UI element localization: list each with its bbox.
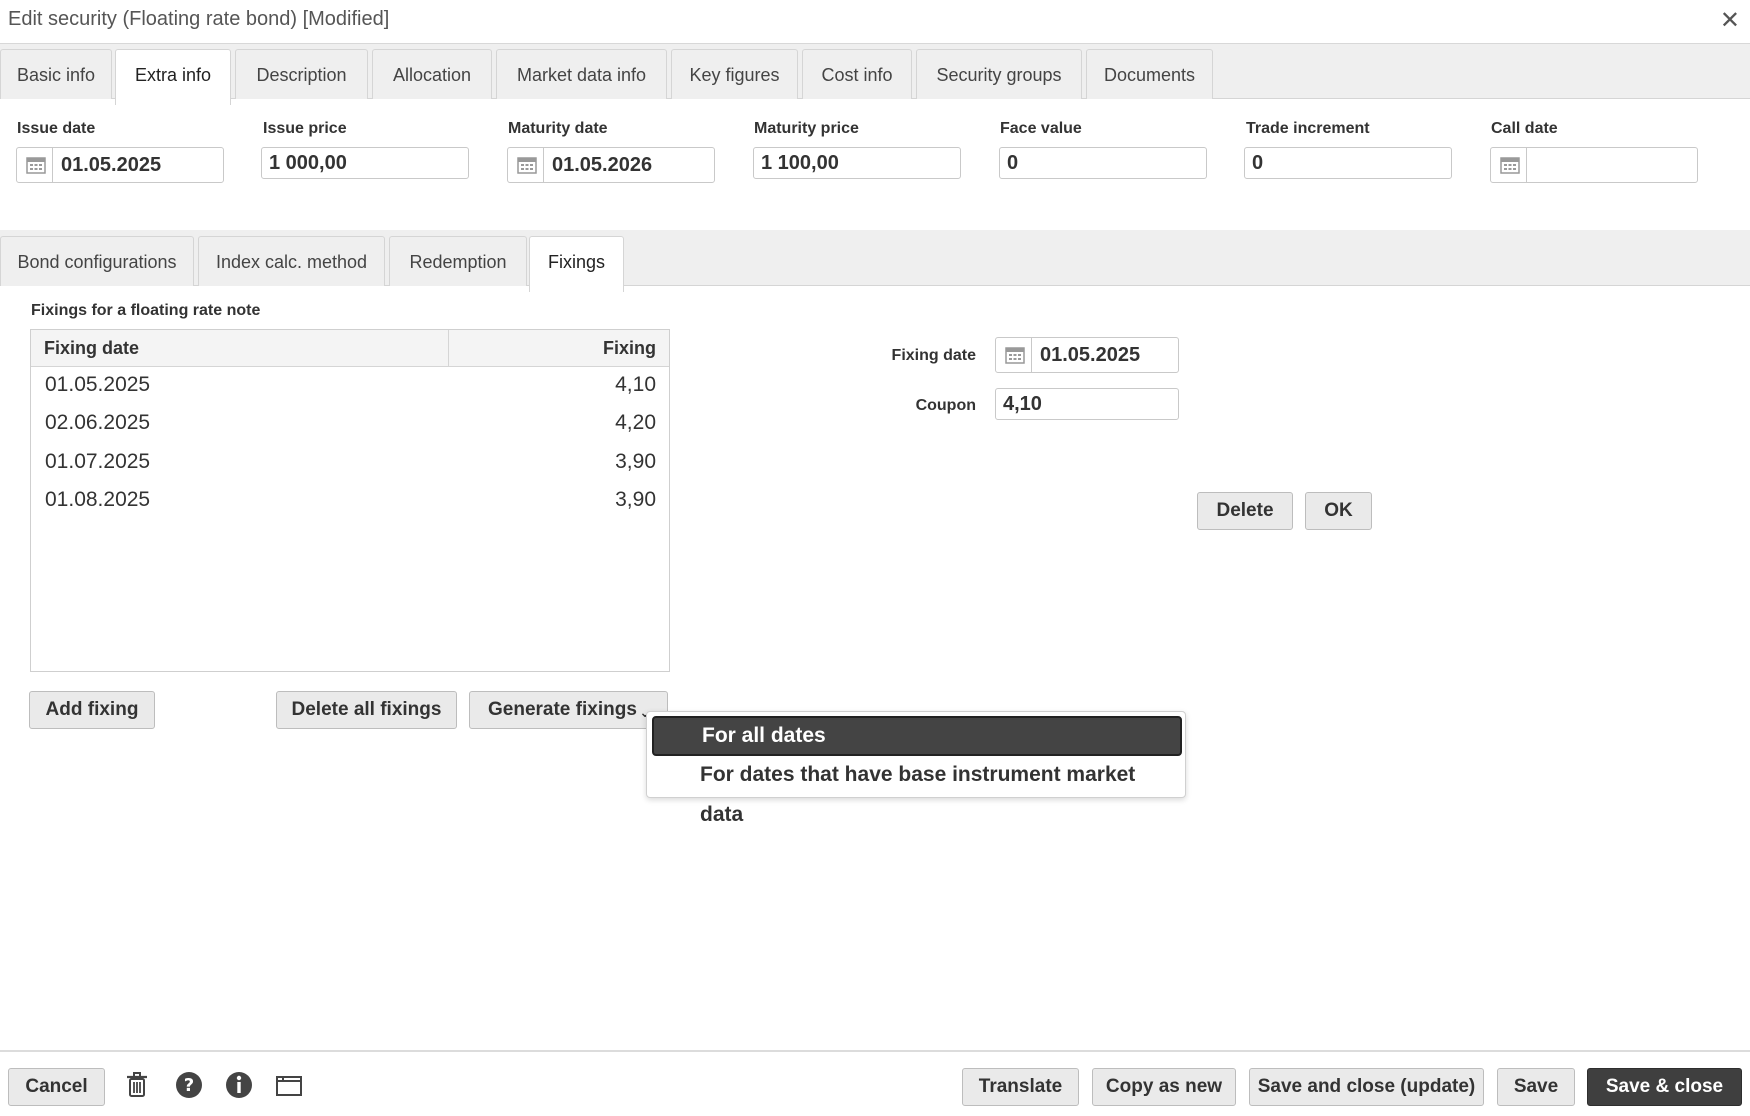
fixing-date-cell: 02.06.2025 [45, 411, 151, 434]
trash-icon[interactable] [122, 1070, 152, 1100]
save-and-close-button[interactable]: Save & close [1587, 1068, 1742, 1106]
coupon-label: Coupon [915, 397, 976, 414]
window-titlebar: Edit security (Floating rate bond) [Modi… [0, 0, 1750, 44]
maturity-price-label: Maturity price [754, 120, 859, 137]
tab-index-calc-method[interactable]: Index calc. method [198, 236, 385, 286]
main-tabs: Basic info Extra info Description Alloca… [0, 44, 1750, 105]
tab-documents[interactable]: Documents [1086, 49, 1213, 99]
window-title: Edit security (Floating rate bond) [Modi… [8, 8, 390, 30]
generate-fixings-button[interactable]: Generate fixings ⌄ [469, 691, 668, 729]
menu-item-for-all-dates[interactable]: For all dates [652, 716, 1182, 756]
maturity-date-value: 01.05.2026 [552, 154, 653, 176]
coupon-field[interactable]: 4,10 [995, 388, 1179, 420]
svg-text:?: ? [184, 1075, 194, 1096]
generate-fixings-label: Generate fixings [488, 699, 637, 720]
fixing-value-cell: 4,20 [615, 411, 656, 434]
table-header: Fixing date Fixing [31, 330, 669, 367]
fixings-table: Fixing date Fixing 01.05.2025 4,10 02.06… [30, 329, 670, 672]
fixing-date-cell: 01.07.2025 [45, 450, 151, 473]
maturity-price-field[interactable]: 1 100,00 [753, 147, 961, 179]
tab-basic-info[interactable]: Basic info [0, 49, 112, 99]
fixing-value-cell: 3,90 [615, 450, 656, 473]
call-date-label: Call date [1491, 120, 1558, 137]
add-fixing-button[interactable]: Add fixing [29, 691, 155, 729]
issue-price-field[interactable]: 1 000,00 [261, 147, 469, 179]
fixing-value-cell: 4,10 [615, 373, 656, 396]
cancel-button[interactable]: Cancel [8, 1068, 105, 1106]
tab-market-data-info[interactable]: Market data info [496, 49, 667, 99]
trade-increment-field[interactable]: 0 [1244, 147, 1452, 179]
fixing-value-cell: 3,90 [615, 488, 656, 511]
maturity-date-label: Maturity date [508, 120, 608, 137]
calendar-icon[interactable] [1491, 148, 1527, 182]
fixing-date-field[interactable]: 01.05.2025 [995, 337, 1179, 373]
calendar-icon[interactable] [508, 148, 544, 182]
column-header-fixing[interactable]: Fixing [603, 338, 656, 359]
sub-tabs: Bond configurations Index calc. method R… [0, 230, 1750, 292]
trade-increment-label: Trade increment [1246, 120, 1370, 137]
close-icon[interactable]: ✕ [1720, 6, 1740, 35]
tab-fixings[interactable]: Fixings [529, 236, 624, 292]
fixing-date-cell: 01.08.2025 [45, 488, 151, 511]
delete-all-fixings-button[interactable]: Delete all fixings [276, 691, 457, 729]
window-icon[interactable] [274, 1070, 304, 1100]
tab-bond-configurations[interactable]: Bond configurations [0, 236, 194, 286]
delete-button[interactable]: Delete [1197, 492, 1293, 530]
footer-bar: Cancel ? Translate Copy as new Save and … [0, 1050, 1750, 1116]
table-row[interactable]: 01.07.2025 3,90 [31, 444, 669, 482]
calendar-icon[interactable] [996, 338, 1032, 372]
table-row[interactable]: 01.08.2025 3,90 [31, 482, 669, 520]
save-button[interactable]: Save [1497, 1068, 1575, 1106]
tab-cost-info[interactable]: Cost info [802, 49, 912, 99]
calendar-icon[interactable] [17, 148, 53, 182]
column-separator[interactable] [448, 330, 449, 367]
issue-price-label: Issue price [263, 120, 347, 137]
fixing-date-value: 01.05.2025 [1040, 344, 1141, 366]
tab-redemption[interactable]: Redemption [389, 236, 527, 286]
info-icon[interactable] [224, 1070, 254, 1100]
translate-button[interactable]: Translate [962, 1068, 1079, 1106]
ok-button[interactable]: OK [1305, 492, 1372, 530]
fixings-section-title: Fixings for a floating rate note [31, 302, 261, 319]
column-header-fixing-date[interactable]: Fixing date [44, 338, 139, 359]
generate-fixings-menu: For all dates For dates that have base i… [646, 711, 1186, 826]
face-value-label: Face value [1000, 120, 1082, 137]
tab-key-figures[interactable]: Key figures [671, 49, 798, 99]
issue-date-field[interactable]: 01.05.2025 [16, 147, 224, 183]
menu-item-dates-with-market-data[interactable]: For dates that have base instrument mark… [652, 755, 1182, 826]
table-row[interactable]: 01.05.2025 4,10 [31, 367, 669, 405]
save-and-close-update-button[interactable]: Save and close (update) [1249, 1068, 1484, 1106]
copy-as-new-button[interactable]: Copy as new [1092, 1068, 1236, 1106]
tab-security-groups[interactable]: Security groups [916, 49, 1082, 99]
tab-description[interactable]: Description [235, 49, 368, 99]
call-date-field[interactable] [1490, 147, 1698, 183]
fixing-date-cell: 01.05.2025 [45, 373, 151, 396]
fixing-date-label: Fixing date [891, 347, 976, 364]
maturity-date-field[interactable]: 01.05.2026 [507, 147, 715, 183]
tab-extra-info[interactable]: Extra info [115, 49, 231, 105]
tab-allocation[interactable]: Allocation [372, 49, 492, 99]
issue-date-value: 01.05.2025 [61, 154, 162, 176]
face-value-field[interactable]: 0 [999, 147, 1207, 179]
help-icon[interactable]: ? [174, 1070, 204, 1100]
issue-date-label: Issue date [17, 120, 96, 137]
table-row[interactable]: 02.06.2025 4,20 [31, 405, 669, 443]
